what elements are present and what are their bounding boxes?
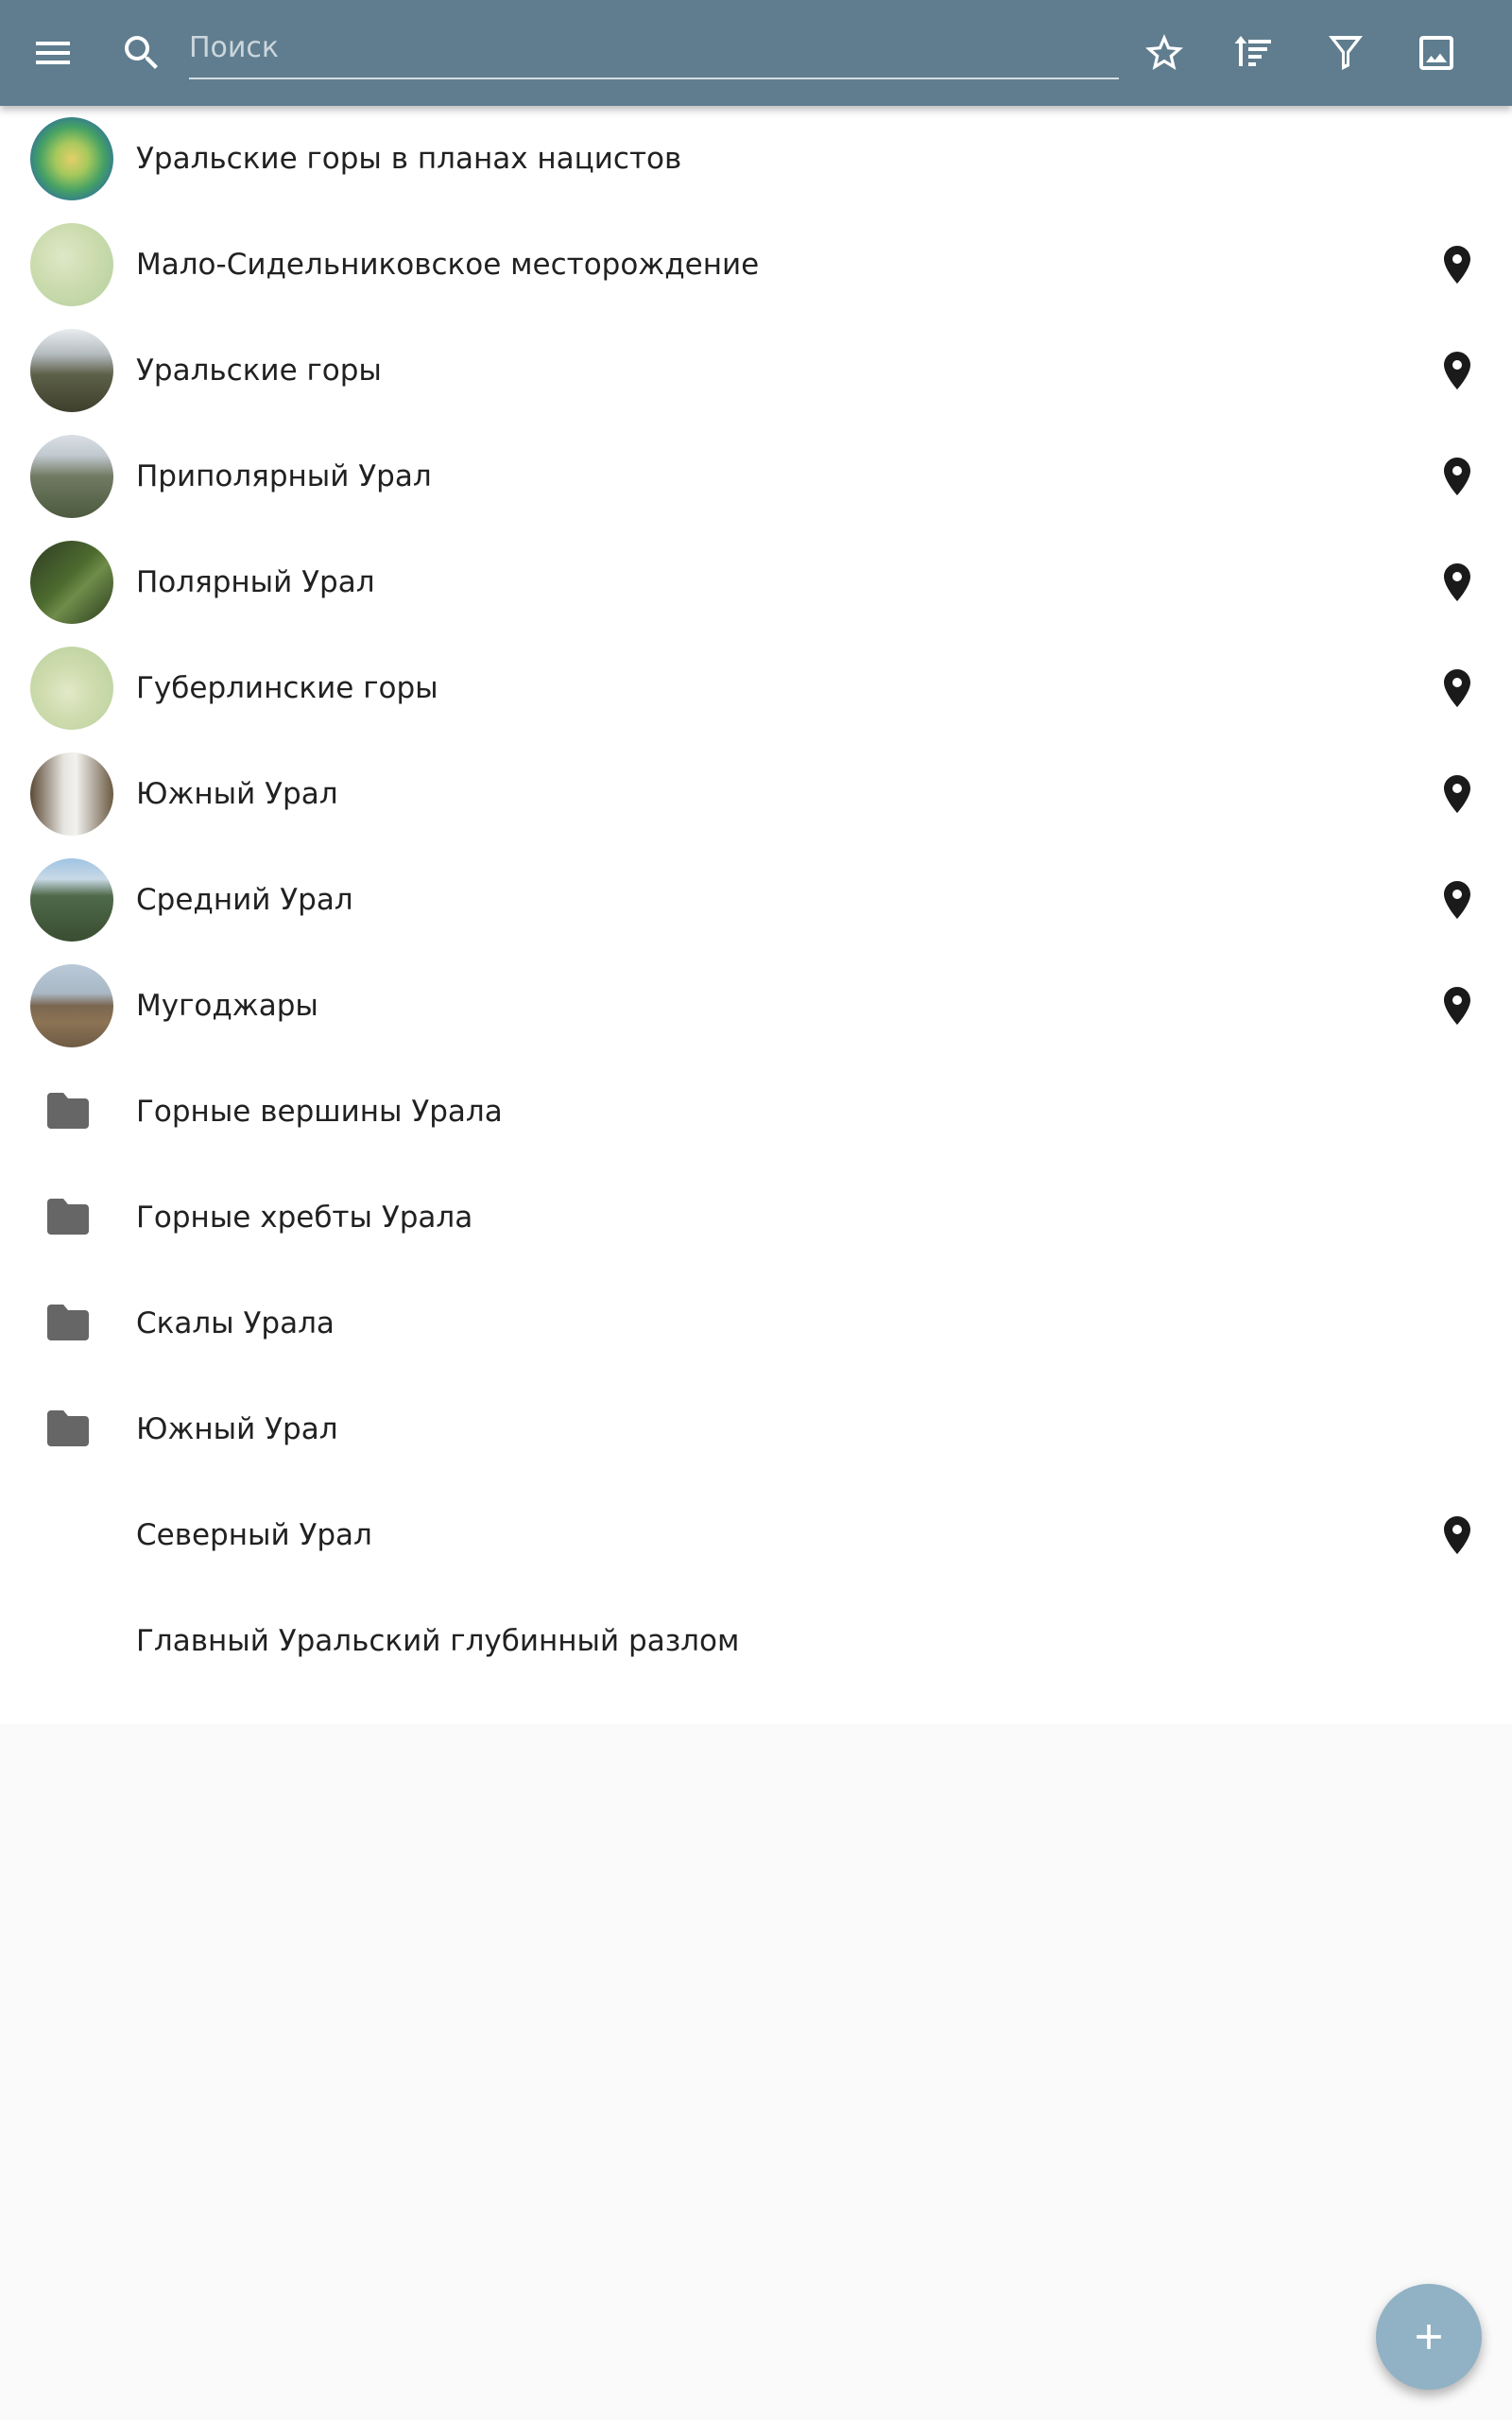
- folder-icon: [45, 1091, 91, 1132]
- item-thumbnail: [30, 964, 113, 1047]
- list-item[interactable]: Южный Урал: [0, 741, 1512, 847]
- location-pin-icon[interactable]: [1435, 1512, 1480, 1558]
- item-label: Мало-Сидельниковское месторождение: [136, 248, 760, 282]
- item-label: Главный Уральский глубинный разлом: [136, 1624, 740, 1658]
- item-thumbnail: [30, 858, 113, 942]
- location-pin-icon[interactable]: [1435, 560, 1480, 605]
- list-item[interactable]: Губерлинские горы: [0, 635, 1512, 741]
- list-item[interactable]: Уральские горы в планах нацистов: [0, 106, 1512, 212]
- folder-icon: [45, 1409, 91, 1450]
- list-item[interactable]: Главный Уральский глубинный разлом: [0, 1588, 1512, 1694]
- search-input[interactable]: [189, 21, 1119, 74]
- location-pin-icon[interactable]: [1435, 454, 1480, 499]
- item-thumbnail: [30, 541, 113, 624]
- item-thumbnail: [30, 223, 113, 306]
- location-pin-icon[interactable]: [1435, 666, 1480, 711]
- list-item[interactable]: Южный Урал: [0, 1376, 1512, 1482]
- list-item[interactable]: Скалы Урала: [0, 1270, 1512, 1376]
- item-thumbnail: [30, 752, 113, 836]
- folder-icon: [45, 1303, 91, 1344]
- item-thumbnail: [30, 117, 113, 200]
- add-button[interactable]: [1376, 2284, 1482, 2390]
- item-label: Средний Урал: [136, 883, 353, 917]
- item-thumbnail: [30, 329, 113, 412]
- list-item[interactable]: Мало-Сидельниковское месторождение: [0, 212, 1512, 318]
- location-pin-icon[interactable]: [1435, 242, 1480, 287]
- location-pin-icon[interactable]: [1435, 771, 1480, 817]
- item-label: Мугоджары: [136, 989, 318, 1023]
- item-label: Скалы Урала: [136, 1306, 335, 1340]
- item-label: Горные вершины Урала: [136, 1095, 503, 1129]
- location-pin-icon[interactable]: [1435, 983, 1480, 1028]
- list-item[interactable]: Горные хребты Урала: [0, 1165, 1512, 1270]
- places-list: Уральские горы в планах нацистов Мало-Си…: [0, 106, 1512, 1724]
- list-item[interactable]: Полярный Урал: [0, 529, 1512, 635]
- item-label: Северный Урал: [136, 1518, 372, 1552]
- list-item[interactable]: Горные вершины Урала: [0, 1059, 1512, 1165]
- item-label: Уральские горы в планах нацистов: [136, 142, 682, 176]
- item-label: Губерлинские горы: [136, 671, 438, 705]
- plus-icon: [1417, 2325, 1441, 2349]
- menu-icon[interactable]: [23, 23, 83, 83]
- list-item[interactable]: Средний Урал: [0, 847, 1512, 953]
- star-outline-icon[interactable]: [1134, 23, 1194, 83]
- item-label: Южный Урал: [136, 777, 338, 811]
- image-icon[interactable]: [1406, 23, 1467, 83]
- item-label: Полярный Урал: [136, 565, 375, 599]
- item-thumbnail: [30, 435, 113, 518]
- item-label: Уральские горы: [136, 354, 382, 388]
- list-item[interactable]: Северный Урал: [0, 1482, 1512, 1588]
- folder-icon: [45, 1197, 91, 1238]
- list-item[interactable]: Приполярный Урал: [0, 424, 1512, 529]
- list-item[interactable]: Мугоджары: [0, 953, 1512, 1059]
- item-label: Горные хребты Урала: [136, 1201, 473, 1235]
- location-pin-icon[interactable]: [1435, 348, 1480, 393]
- item-label: Южный Урал: [136, 1412, 338, 1446]
- filter-icon[interactable]: [1315, 23, 1376, 83]
- location-pin-icon[interactable]: [1435, 877, 1480, 923]
- item-label: Приполярный Урал: [136, 459, 432, 493]
- search-field[interactable]: [189, 21, 1119, 79]
- sort-icon[interactable]: [1224, 23, 1284, 83]
- list-item[interactable]: Уральские горы: [0, 318, 1512, 424]
- search-icon[interactable]: [112, 23, 172, 83]
- item-thumbnail: [30, 647, 113, 730]
- app-toolbar: [0, 0, 1512, 106]
